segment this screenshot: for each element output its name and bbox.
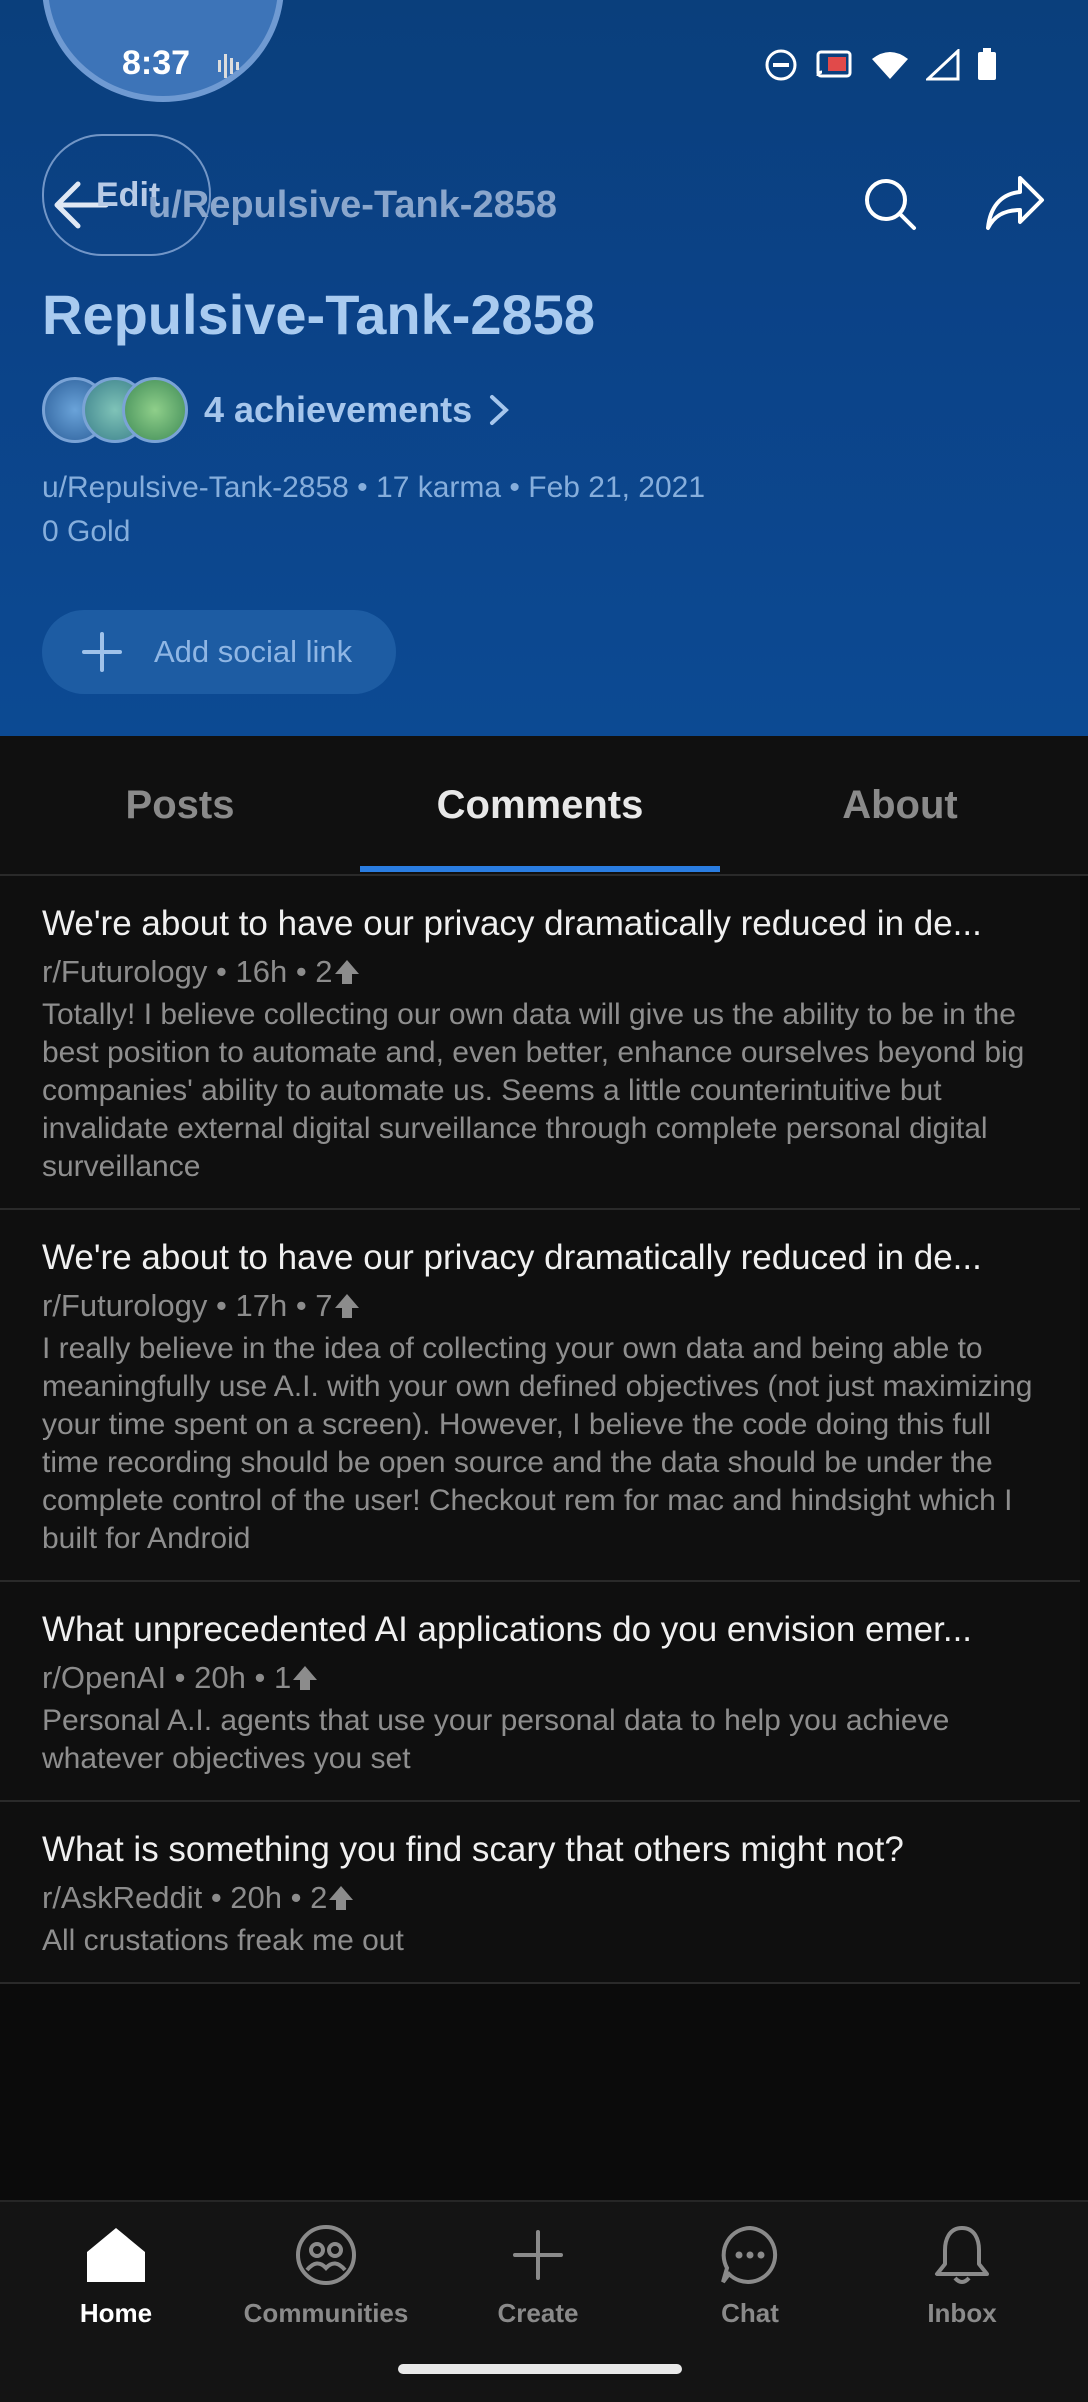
- profile-header: 8:37 Edit u/Repulsive-Tank-2858 Repulsiv…: [0, 0, 1088, 736]
- comment-item[interactable]: We're about to have our privacy dramatic…: [0, 1210, 1080, 1582]
- nav-chat-label: Chat: [721, 2298, 779, 2328]
- comment-meta-text: r/AskReddit • 20h • 2: [42, 1880, 328, 1915]
- comment-meta-text: r/OpenAI • 20h • 1: [42, 1660, 292, 1695]
- comment-body: All crustations freak me out: [42, 1924, 404, 1957]
- comment-meta: r/Futurology • 16h • 2: [42, 954, 361, 990]
- upvote-icon: [334, 960, 359, 984]
- wifi-icon: [872, 52, 908, 79]
- add-social-link-button[interactable]: Add social link: [42, 610, 396, 694]
- nav-chat[interactable]: Chat: [650, 2220, 850, 2329]
- plus-icon: [82, 632, 122, 672]
- home-icon: [87, 2228, 145, 2282]
- nav-title: u/Repulsive-Tank-2858: [148, 184, 558, 226]
- comment-item[interactable]: We're about to have our privacy dramatic…: [0, 876, 1080, 1210]
- nav-communities[interactable]: Communities: [226, 2220, 426, 2329]
- nav-home[interactable]: Home: [16, 2220, 216, 2329]
- upvote-icon: [329, 1886, 354, 1910]
- bell-icon: [935, 2226, 989, 2284]
- status-bar: 8:37: [0, 0, 1088, 130]
- home-gesture-bar[interactable]: [398, 2364, 682, 2374]
- communities-icon: [296, 2225, 356, 2285]
- nav-communities-label: Communities: [243, 2298, 409, 2328]
- comment-post-title: What is something you find scary that ot…: [42, 1830, 904, 1869]
- comment-meta: r/OpenAI • 20h • 1: [42, 1660, 319, 1696]
- comment-item[interactable]: What unprecedented AI applications do yo…: [0, 1582, 1080, 1802]
- nav-create[interactable]: Create: [438, 2220, 638, 2329]
- profile-meta-line: u/Repulsive-Tank-2858 • 17 karma • Feb 2…: [42, 471, 706, 504]
- upvote-icon: [293, 1666, 318, 1690]
- comment-body: Personal A.I. agents that use your perso…: [42, 1704, 950, 1775]
- profile-tabs: Posts Comments About: [0, 736, 1088, 876]
- profile-meta: u/Repulsive-Tank-2858 • 17 karma • Feb 2…: [42, 466, 705, 554]
- comment-item[interactable]: What is something you find scary that ot…: [0, 1802, 1080, 1984]
- nav-home-label: Home: [79, 2298, 153, 2328]
- comment-post-title: We're about to have our privacy dramatic…: [42, 1238, 982, 1277]
- nav-inbox-label: Inbox: [927, 2298, 997, 2328]
- comment-meta: r/Futurology • 17h • 7: [42, 1288, 361, 1324]
- gold-count: 0 Gold: [42, 515, 131, 548]
- comment-body: I really believe in the idea of collecti…: [42, 1332, 1033, 1555]
- share-icon[interactable]: [984, 172, 1046, 234]
- achievement-badge-icon: [122, 377, 188, 443]
- cast-icon: [816, 50, 852, 78]
- tab-posts[interactable]: Posts: [0, 736, 360, 874]
- profile-username: Repulsive-Tank-2858: [42, 283, 595, 346]
- comment-body: Totally! I believe collecting our own da…: [42, 998, 1025, 1183]
- tab-about[interactable]: About: [720, 736, 1080, 874]
- chat-icon: [721, 2225, 778, 2284]
- nav-inbox[interactable]: Inbox: [862, 2220, 1062, 2329]
- chevron-right-icon: [490, 395, 510, 425]
- comment-meta-text: r/Futurology • 17h • 7: [42, 1288, 333, 1323]
- comment-post-title: What unprecedented AI applications do yo…: [42, 1610, 973, 1649]
- battery-icon: [978, 48, 996, 80]
- achievements-row[interactable]: 4 achievements: [42, 377, 514, 443]
- comment-post-title: We're about to have our privacy dramatic…: [42, 904, 982, 943]
- achievements-label: 4 achievements: [204, 389, 473, 430]
- voice-indicator-icon: [218, 54, 239, 78]
- status-icons: [764, 48, 998, 82]
- cellular-signal-icon: [926, 49, 960, 81]
- upvote-icon: [334, 1294, 359, 1318]
- active-tab-indicator: [360, 866, 720, 872]
- comment-meta: r/AskReddit • 20h • 2: [42, 1880, 355, 1916]
- do-not-disturb-icon: [765, 49, 797, 81]
- search-icon[interactable]: [862, 176, 918, 232]
- add-social-link-label: Add social link: [154, 634, 353, 669]
- plus-icon: [513, 2230, 563, 2280]
- tab-comments[interactable]: Comments: [360, 736, 720, 874]
- comment-meta-text: r/Futurology • 16h • 2: [42, 954, 333, 989]
- status-time: 8:37: [122, 44, 191, 82]
- nav-create-label: Create: [497, 2298, 579, 2328]
